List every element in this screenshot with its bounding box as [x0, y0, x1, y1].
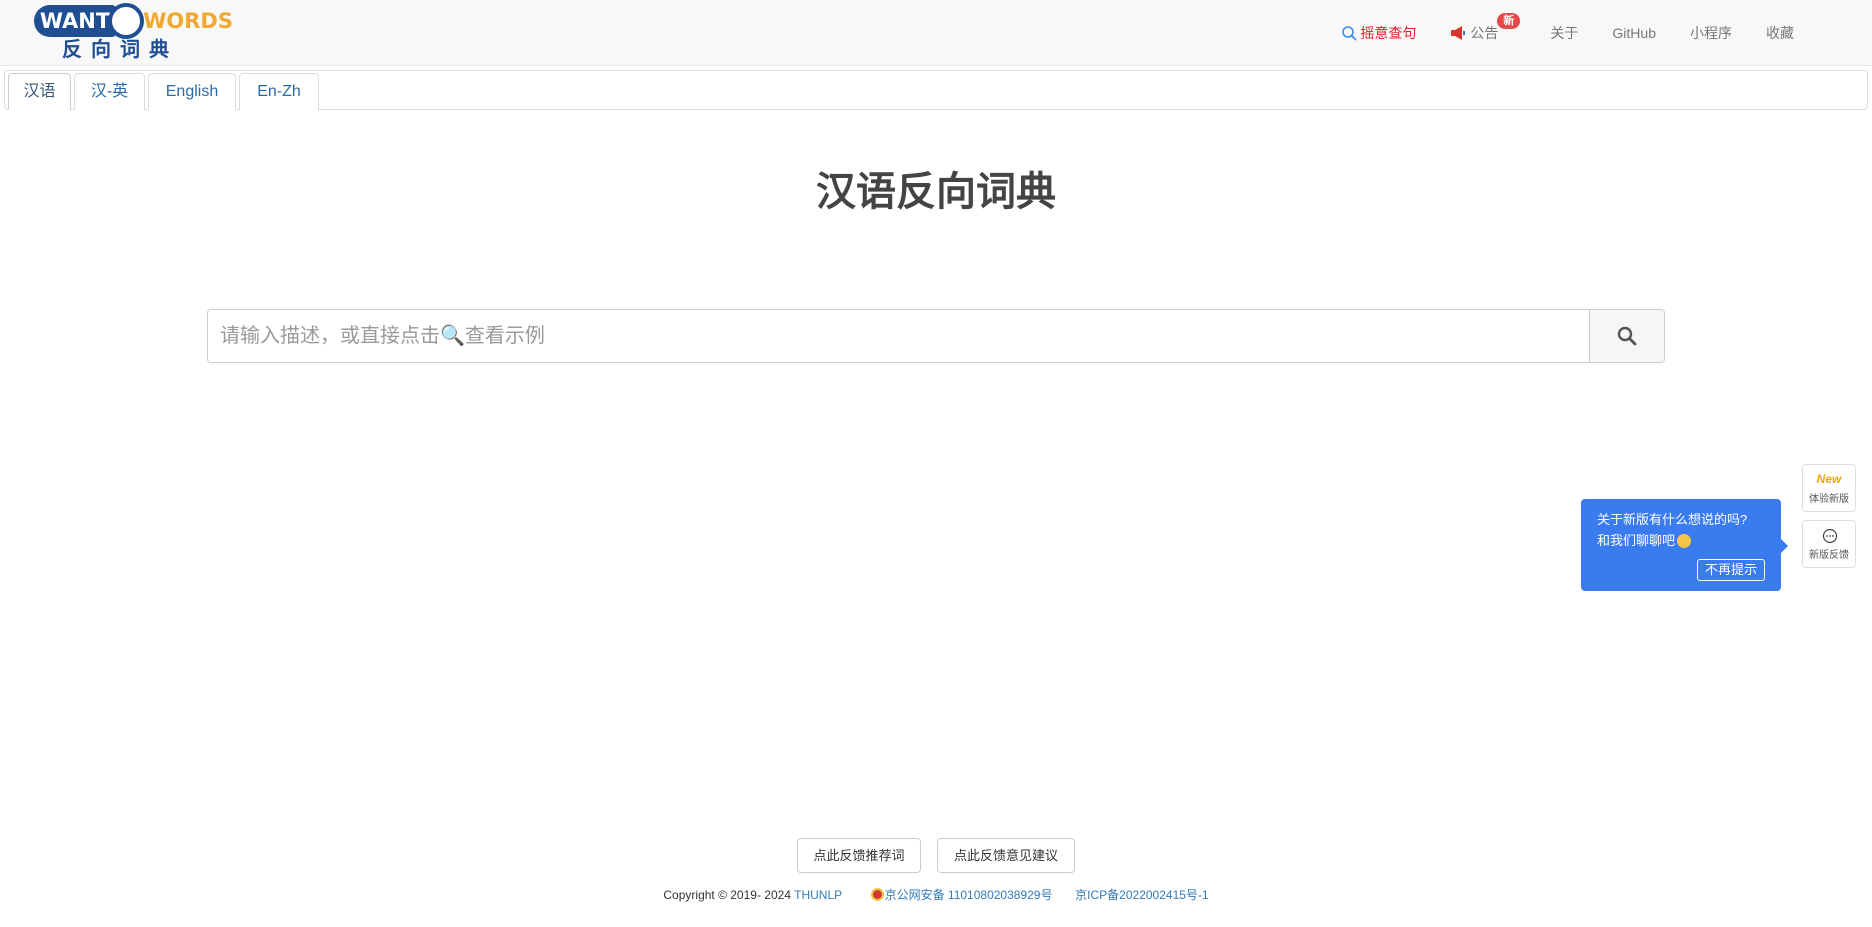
tooltip-line2-text: 和我们聊聊吧 [1597, 533, 1676, 548]
search-box [207, 309, 1665, 363]
nav-favorites-link[interactable]: 收藏 [1766, 23, 1794, 43]
search-icon [1342, 26, 1357, 41]
logo-want-text: WANT [34, 5, 116, 37]
nav-notice-label: 公告 [1470, 25, 1499, 41]
search-icon [1617, 326, 1637, 346]
top-navbar: WANT WORDS 反向词典 摇意查句 公告 新 关于 GitHub 小程序 [0, 0, 1872, 66]
nav-highlight-label: 摇意查句 [1360, 25, 1417, 41]
footer-copyright: Copyright © 2019- 2024 THUNLP 京公网安备 1101… [0, 886, 1872, 904]
feedback-suggestion-button[interactable]: 点此反馈意见建议 [937, 838, 1075, 873]
search-input[interactable] [208, 310, 1590, 362]
chat-bubble-icon [1822, 528, 1838, 544]
search-button[interactable] [1589, 310, 1664, 362]
new-badge: 新 [1497, 13, 1521, 29]
megaphone-icon [1451, 26, 1466, 40]
new-version-icon: New [1816, 472, 1842, 486]
nav-about-link[interactable]: 关于 [1550, 23, 1578, 43]
page-title: 汉语反向词典 [816, 170, 1056, 214]
logo-chinese-text: 反向词典 [62, 39, 178, 61]
logo-wordmark: WANT WORDS [34, 3, 233, 39]
police-badge-icon [870, 888, 884, 901]
police-registration-link[interactable]: 京公网安备 11010802038929号 [885, 888, 1053, 902]
tab-chinese-english[interactable]: 汉-英 [74, 73, 145, 110]
logo-words-text: WORDS [143, 9, 233, 33]
thunlp-link[interactable]: THUNLP [794, 888, 842, 902]
tab-english-chinese[interactable]: En-Zh [239, 73, 319, 110]
smiley-icon [1677, 533, 1692, 548]
tooltip-line1: 关于新版有什么想说的吗? [1597, 512, 1748, 527]
wantwords-logo[interactable]: WANT WORDS 反向词典 [34, 3, 233, 63]
try-new-version-label: 体验新版 [1809, 494, 1849, 505]
nav-links: 摇意查句 公告 新 关于 GitHub 小程序 收藏 [1341, 0, 1794, 66]
feedback-recommend-button[interactable]: 点此反馈推荐词 [797, 838, 921, 873]
language-tabs: 汉语 汉-英 English En-Zh [4, 70, 1868, 110]
feedback-tooltip: 关于新版有什么想说的吗? 和我们聊聊吧 不再提示 [1581, 499, 1788, 591]
nav-notice-link[interactable]: 公告 新 [1450, 13, 1521, 43]
dismiss-tooltip-button[interactable]: 不再提示 [1696, 559, 1765, 581]
nav-github-link[interactable]: GitHub [1612, 25, 1656, 41]
nav-highlight-link[interactable]: 摇意查句 [1341, 23, 1416, 43]
new-version-feedback-label: 新版反馈 [1809, 550, 1849, 561]
nav-miniprogram-link[interactable]: 小程序 [1690, 23, 1732, 43]
tooltip-line2: 和我们聊聊吧 [1597, 531, 1692, 550]
tab-english[interactable]: English [148, 73, 236, 110]
try-new-version-button[interactable]: New 体验新版 [1802, 464, 1856, 512]
copyright-text: Copyright © 2019- 2024 [663, 888, 791, 902]
tab-chinese[interactable]: 汉语 [8, 73, 71, 110]
icp-registration-link[interactable]: 京ICP备2022002415号-1 [1075, 888, 1208, 902]
new-version-feedback-button[interactable]: 新版反馈 [1802, 520, 1856, 568]
